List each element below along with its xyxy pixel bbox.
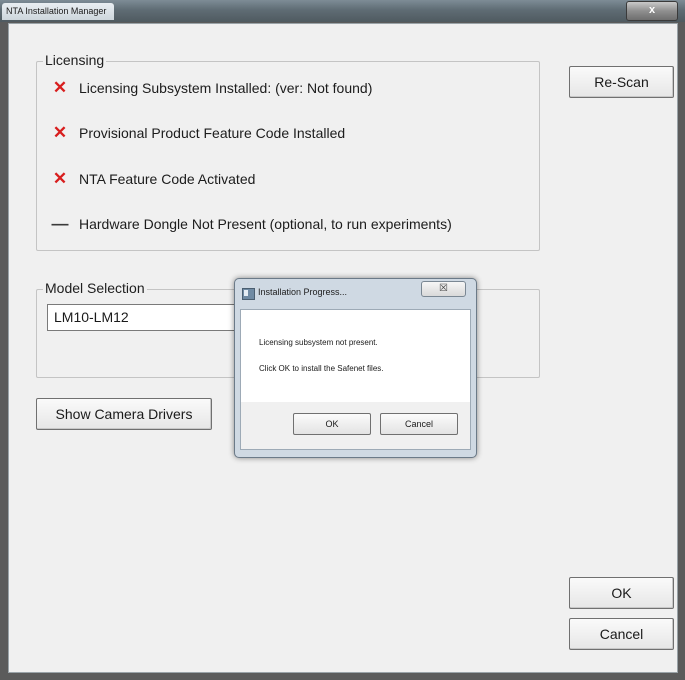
licensing-row-label: NTA Feature Code Activated (79, 171, 256, 187)
licensing-row-subsystem: ✕ Licensing Subsystem Installed: (ver: No… (49, 78, 373, 98)
installation-progress-dialog: Installation Progress... ☒ Licensing sub… (234, 278, 477, 458)
model-select[interactable]: LM10-LM12 (47, 304, 245, 331)
dialog-message-line2: Click OK to install the Safenet files. (259, 364, 384, 373)
dialog-body: Licensing subsystem not present. Click O… (240, 309, 471, 450)
fail-x-icon: ✕ (52, 169, 68, 188)
licensing-row-label: Provisional Product Feature Code Install… (79, 125, 346, 141)
dialog-title: Installation Progress... (258, 287, 348, 297)
cancel-button[interactable]: Cancel (569, 618, 674, 650)
licensing-row-label: Hardware Dongle Not Present (optional, t… (79, 216, 452, 232)
model-selection-legend: Model Selection (43, 280, 147, 296)
dialog-message-area: Licensing subsystem not present. Click O… (241, 310, 470, 402)
licensing-row-dongle: — Hardware Dongle Not Present (optional, … (49, 214, 452, 234)
licensing-row-activated: ✕ NTA Feature Code Activated (49, 169, 256, 189)
fail-x-icon: ✕ (52, 78, 68, 97)
title-bar[interactable]: NTA Installation Manager x (0, 0, 685, 22)
dialog-ok-button[interactable]: OK (293, 413, 371, 435)
show-camera-drivers-button[interactable]: Show Camera Drivers (36, 398, 212, 430)
ok-button[interactable]: OK (569, 577, 674, 609)
dash-icon: — (51, 214, 69, 233)
licensing-row-label: Licensing Subsystem Installed: (ver: Not… (79, 80, 373, 96)
licensing-legend: Licensing (43, 52, 107, 68)
dialog-cancel-button[interactable]: Cancel (380, 413, 458, 435)
licensing-group: Licensing ✕ Licensing Subsystem Installed… (36, 52, 540, 251)
window-title: NTA Installation Manager (2, 3, 115, 20)
fail-x-icon: ✕ (52, 123, 68, 142)
app-window-icon (242, 288, 255, 300)
licensing-row-provisional: ✕ Provisional Product Feature Code Instal… (49, 123, 345, 143)
rescan-button[interactable]: Re-Scan (569, 66, 674, 98)
dialog-message-line1: Licensing subsystem not present. (259, 338, 378, 347)
installation-manager-window: NTA Installation Manager x Licensing ✕ Li… (0, 0, 685, 680)
close-button[interactable]: x (626, 1, 678, 21)
dialog-close-button[interactable]: ☒ (421, 281, 466, 297)
